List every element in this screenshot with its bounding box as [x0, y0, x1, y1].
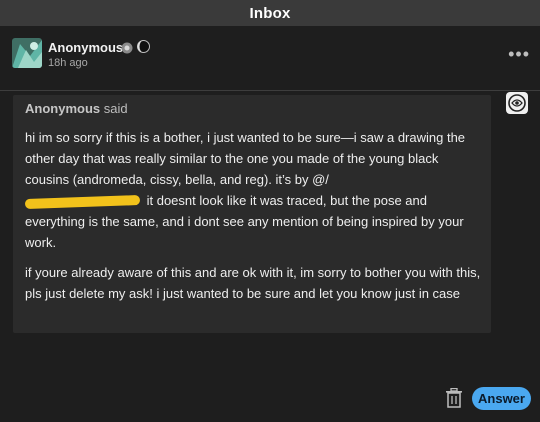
asker-said: said — [100, 101, 128, 116]
asker-line: Anonymous said — [25, 101, 128, 116]
ask-body: hi im so sorry if this is a bother, i ju… — [24, 127, 481, 313]
anon-badge-icon — [121, 41, 133, 54]
divider — [0, 90, 540, 91]
blog-avatar-icon[interactable] — [506, 92, 528, 114]
redaction-mark — [24, 194, 141, 209]
ask-paragraph-2: if youre already aware of this and are o… — [25, 265, 481, 301]
trash-icon[interactable] — [445, 387, 463, 408]
page-title: Inbox — [249, 4, 291, 22]
post-timestamp: 18h ago — [48, 57, 88, 69]
ask-paragraph-1-start: hi im so sorry if this is a bother, i ju… — [25, 130, 466, 187]
post-header: Anonymous 18h ago ••• — [0, 26, 540, 90]
moon-badge-icon — [137, 40, 150, 53]
ask-paragraph-1: hi im so sorry if this is a bother, i ju… — [24, 127, 481, 253]
ask-box: Anonymous said hi im so sorry if this is… — [13, 95, 491, 333]
top-bar: Inbox — [0, 0, 540, 26]
avatar[interactable] — [12, 38, 42, 68]
answer-button[interactable]: Answer — [472, 387, 531, 410]
author-name[interactable]: Anonymous — [48, 40, 123, 55]
more-options-icon[interactable]: ••• — [508, 44, 530, 65]
asker-name[interactable]: Anonymous — [25, 101, 100, 116]
